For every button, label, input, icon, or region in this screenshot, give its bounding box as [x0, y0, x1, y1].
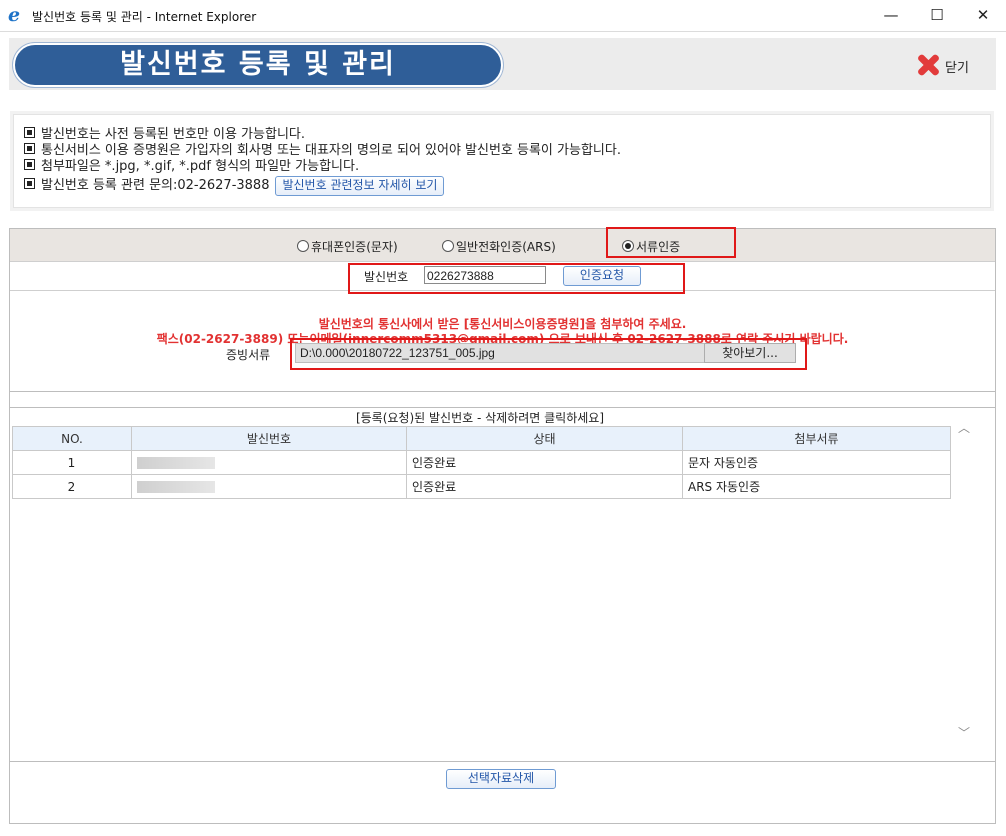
col-status: 상태: [406, 426, 683, 451]
more-info-button[interactable]: 발신번호 관련정보 자세히 보기: [275, 175, 445, 196]
col-attachment: 첨부서류: [682, 426, 951, 451]
page: 발신번호 등록 및 관리 닫기 발신번호는 사전 등록된 번호만 이용 가능합니…: [9, 38, 996, 824]
registration-form: 휴대폰인증(문자) 일반전화인증(ARS) 서류인증 발신번호 02262738…: [9, 227, 996, 824]
col-sender-number: 발신번호: [131, 426, 407, 451]
evidence-file-label: 증빙서류: [226, 348, 271, 362]
col-no: NO.: [12, 426, 132, 451]
radio-icon: [297, 240, 309, 252]
registered-list-title: [등록(요청)된 발신번호 - 삭제하려면 클릭하세요]: [355, 411, 605, 425]
notice-item: 발신번호 등록 관련 문의:02-2627-3888 발신번호 관련정보 자세히 …: [24, 174, 445, 196]
table-row[interactable]: 1 인증완료 문자 자동인증: [12, 450, 951, 475]
square-bullet-icon: [24, 143, 35, 154]
square-bullet-icon: [24, 178, 35, 189]
table-row[interactable]: 2 인증완료 ARS 자동인증: [12, 474, 951, 499]
page-title: 발신번호 등록 및 관리: [120, 49, 396, 80]
close-x-icon: [915, 52, 941, 78]
notice-item: 첨부파일은 *.jpg, *.gif, *.pdf 형식의 파일만 가능합니다.: [24, 155, 359, 174]
square-bullet-icon: [24, 127, 35, 138]
close-label: 닫기: [945, 61, 969, 76]
minimize-button[interactable]: —: [868, 0, 914, 31]
row-no: 1: [12, 450, 132, 475]
auth-option-ars[interactable]: 일반전화인증(ARS): [442, 238, 556, 255]
redacted-number: [137, 481, 215, 493]
footer-row: 선택자료삭제: [10, 761, 995, 794]
row-status: 인증완료: [406, 450, 683, 475]
window-titlebar: e 발신번호 등록 및 관리 - Internet Explorer — ☐ ✕: [0, 0, 1006, 32]
scroll-up-icon[interactable]: ︿: [958, 419, 970, 436]
section-divider: [10, 407, 995, 408]
auth-option-mobile[interactable]: 휴대폰인증(문자): [297, 238, 398, 255]
header-band: 발신번호 등록 및 관리 닫기: [9, 38, 996, 90]
window-title: 발신번호 등록 및 관리 - Internet Explorer: [32, 10, 257, 24]
row-sender-number: [131, 450, 407, 475]
auth-method-row: 휴대폰인증(문자) 일반전화인증(ARS) 서류인증: [10, 229, 995, 262]
row-status: 인증완료: [406, 474, 683, 499]
row-no: 2: [12, 474, 132, 499]
row-attachment: ARS 자동인증: [682, 474, 951, 499]
window-close-button[interactable]: ✕: [960, 0, 1006, 31]
section-divider: [10, 391, 995, 392]
row-attachment: 문자 자동인증: [682, 450, 951, 475]
highlight-box-document-auth: [606, 227, 736, 258]
table-header-row: NO. 발신번호 상태 첨부서류: [12, 426, 951, 451]
scroll-down-icon[interactable]: ﹀: [958, 724, 970, 741]
row-sender-number: [131, 474, 407, 499]
internet-explorer-icon: e: [8, 4, 21, 26]
maximize-button[interactable]: ☐: [914, 0, 960, 31]
highlight-box-sender-number: [348, 263, 685, 294]
delete-selected-button[interactable]: 선택자료삭제: [446, 769, 556, 789]
square-bullet-icon: [24, 159, 35, 170]
page-title-banner: 발신번호 등록 및 관리: [13, 43, 503, 87]
notice-box: 발신번호는 사전 등록된 번호만 이용 가능합니다. 통신서비스 이용 증명원은…: [13, 114, 991, 208]
radio-icon: [442, 240, 454, 252]
registered-numbers-table: NO. 발신번호 상태 첨부서류 1 인증완료 문자 자동인증 2 인증완료 A…: [12, 426, 951, 499]
redacted-number: [137, 457, 215, 469]
highlight-box-file: [290, 338, 807, 370]
